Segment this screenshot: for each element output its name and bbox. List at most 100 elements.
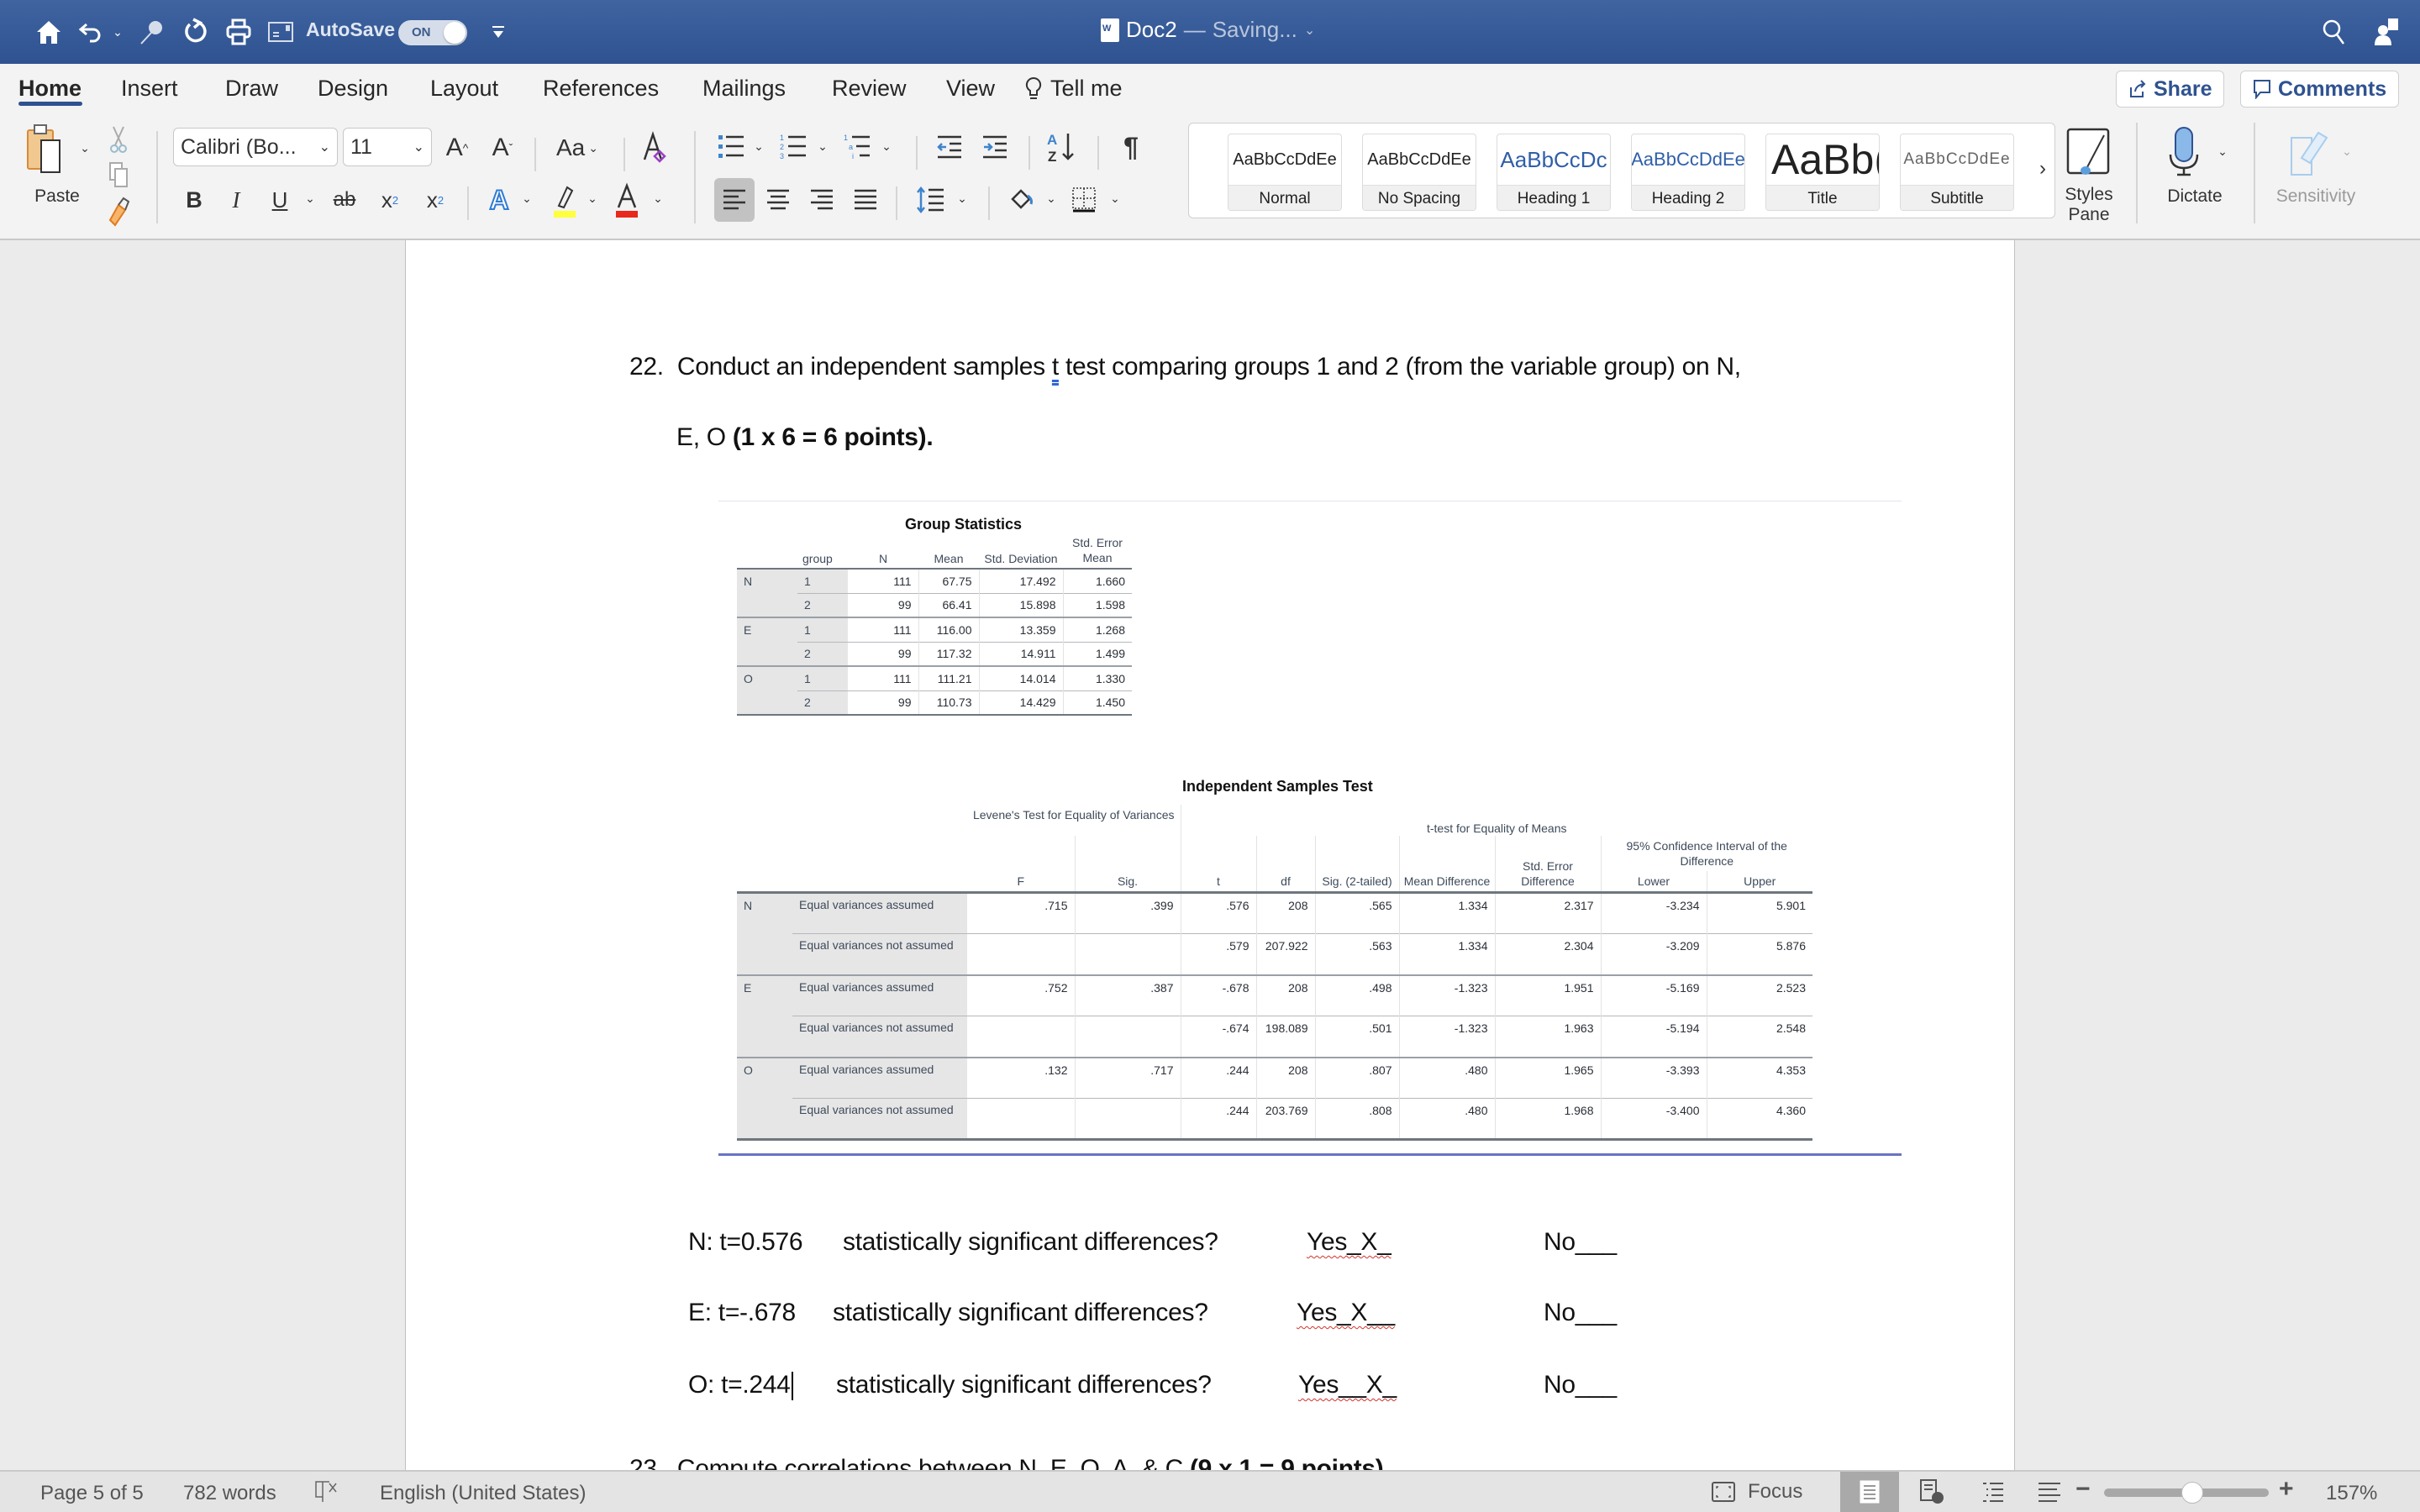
copy-icon[interactable]	[106, 160, 131, 190]
font-name-select[interactable]: Calibri (Bo... ⌄	[173, 128, 338, 166]
question-22-line-1[interactable]: 22. Conduct an independent samples t tes…	[629, 353, 1741, 381]
document-page[interactable]: 22. Conduct an independent samples t tes…	[405, 240, 2015, 1470]
tab-draw[interactable]: Draw	[225, 76, 278, 102]
tab-home[interactable]: Home	[18, 76, 82, 102]
numbering-icon[interactable]: 123	[776, 128, 810, 166]
share-button[interactable]: Share	[2116, 71, 2225, 108]
print-icon[interactable]	[222, 15, 255, 49]
tab-references[interactable]: References	[543, 76, 659, 102]
tab-design[interactable]: Design	[318, 76, 388, 102]
proofing-icon[interactable]	[313, 1478, 339, 1509]
comments-button[interactable]: Comments	[2240, 71, 2400, 108]
paste-icon[interactable]	[22, 123, 72, 178]
font-color-dropdown-icon[interactable]: ⌄	[650, 190, 666, 207]
style-no-spacing[interactable]: AaBbCcDdEe No Spacing	[1362, 134, 1476, 211]
customize-toolbar-icon[interactable]	[486, 15, 511, 49]
shading-icon[interactable]	[1005, 178, 1039, 222]
shrink-font-icon[interactable]: Aˇ	[486, 129, 519, 166]
answer-line-n[interactable]: N: t=0.576 statistically significant dif…	[688, 1228, 1617, 1257]
align-center-button[interactable]	[761, 178, 795, 222]
underline-dropdown-icon[interactable]: ⌄	[302, 190, 318, 207]
style-heading-1[interactable]: AaBbCcDc Heading 1	[1497, 134, 1611, 211]
strikethrough-button[interactable]: ab	[328, 181, 361, 218]
answer-line-o[interactable]: O: t=.244 statistically significant diff…	[688, 1371, 1617, 1401]
decrease-indent-icon[interactable]	[933, 128, 966, 166]
spss-output-image[interactable]: Group Statistics group N Mean Std. Devia…	[718, 501, 1902, 1156]
subscript-button[interactable]: x2	[375, 181, 405, 218]
search-icon[interactable]	[2319, 15, 2349, 49]
autosave-toggle[interactable]: ON	[398, 20, 467, 45]
microphone-icon[interactable]	[2163, 124, 2205, 180]
zoom-in-button[interactable]: +	[2279, 1475, 2294, 1504]
borders-icon[interactable]	[1067, 178, 1101, 222]
multilevel-dropdown-icon[interactable]: ⌄	[879, 138, 894, 155]
word-count[interactable]: 782 words	[183, 1482, 276, 1505]
underline-button[interactable]: U	[267, 181, 292, 218]
line-spacing-dropdown-icon[interactable]: ⌄	[955, 190, 970, 207]
question-22-line-2[interactable]: E, O (1 x 6 = 6 points).	[676, 423, 934, 452]
highlight-icon[interactable]	[548, 180, 581, 222]
align-left-button[interactable]	[714, 178, 755, 222]
paste-dropdown-icon[interactable]: ⌄	[77, 139, 92, 156]
tab-review[interactable]: Review	[832, 76, 907, 102]
clear-formatting-icon[interactable]	[637, 128, 674, 168]
undo-dropdown-icon[interactable]: ⌄	[109, 15, 126, 49]
zoom-slider-handle[interactable]	[2181, 1482, 2203, 1504]
justify-button[interactable]	[849, 178, 882, 222]
tell-me[interactable]: Tell me	[1025, 76, 1123, 102]
answer-line-e[interactable]: E: t=-.678 statistically significant dif…	[688, 1299, 1617, 1327]
home-icon[interactable]	[32, 15, 66, 49]
grow-font-icon[interactable]: A ^	[440, 129, 474, 166]
text-effects-icon[interactable]: A	[482, 181, 516, 218]
borders-dropdown-icon[interactable]: ⌄	[1107, 190, 1123, 207]
italic-button[interactable]: I	[224, 181, 249, 218]
style-subtitle[interactable]: AaBbCcDdEe Subtitle	[1900, 134, 2014, 211]
redo-icon[interactable]	[178, 15, 212, 49]
page-count[interactable]: Page 5 of 5	[40, 1482, 144, 1505]
styles-pane-icon[interactable]	[2062, 126, 2114, 178]
highlight-dropdown-icon[interactable]: ⌄	[585, 190, 600, 207]
tab-mailings[interactable]: Mailings	[702, 76, 786, 102]
style-normal[interactable]: AaBbCcDdEe Normal	[1228, 134, 1342, 211]
shading-dropdown-icon[interactable]: ⌄	[1044, 190, 1059, 207]
cut-icon[interactable]	[106, 124, 131, 155]
language[interactable]: English (United States)	[380, 1482, 586, 1505]
text-effects-dropdown-icon[interactable]: ⌄	[519, 190, 534, 207]
print-layout-button[interactable]	[1840, 1472, 1899, 1512]
share-person-icon[interactable]	[2370, 15, 2403, 49]
zoom-out-button[interactable]: −	[2075, 1475, 2091, 1504]
increase-indent-icon[interactable]	[978, 128, 1012, 166]
undo-icon[interactable]	[76, 15, 106, 49]
font-color-icon[interactable]	[610, 180, 644, 222]
font-size-select[interactable]: 11 ⌄	[343, 128, 432, 166]
bullets-dropdown-icon[interactable]: ⌄	[751, 138, 766, 155]
line-spacing-icon[interactable]	[914, 178, 948, 222]
pin-icon[interactable]	[134, 15, 168, 49]
align-right-button[interactable]	[805, 178, 839, 222]
show-formatting-icon[interactable]: ¶	[1116, 128, 1146, 166]
sensitivity-icon[interactable]	[2284, 124, 2334, 180]
tab-insert[interactable]: Insert	[121, 76, 178, 102]
template-icon[interactable]	[266, 15, 296, 49]
multilevel-list-icon[interactable]: 1ai	[840, 128, 874, 166]
style-title[interactable]: AaBb( Title	[1765, 134, 1880, 211]
tab-view[interactable]: View	[946, 76, 995, 102]
styles-more-icon[interactable]: ›	[2033, 154, 2053, 184]
bullets-icon[interactable]	[714, 128, 748, 166]
zoom-level[interactable]: 157%	[2326, 1482, 2377, 1505]
document-canvas[interactable]: 22. Conduct an independent samples t tes…	[0, 240, 2420, 1470]
numbering-dropdown-icon[interactable]: ⌄	[815, 138, 830, 155]
tab-layout[interactable]: Layout	[430, 76, 498, 102]
draft-button[interactable]	[2020, 1472, 2079, 1512]
document-title[interactable]: Doc2 — Saving... ⌄	[1101, 17, 1315, 43]
focus-button[interactable]: Focus	[1711, 1480, 1802, 1504]
sort-icon[interactable]: AZ	[1044, 126, 1077, 168]
superscript-button[interactable]: x2	[420, 181, 450, 218]
format-painter-icon[interactable]	[104, 195, 133, 228]
outline-button[interactable]	[1963, 1472, 2022, 1512]
dictate-dropdown-icon[interactable]: ⌄	[2215, 143, 2230, 160]
sensitivity-dropdown-icon[interactable]: ⌄	[2339, 143, 2354, 160]
question-23[interactable]: 23. Compute correlations between N, E, O…	[629, 1455, 1391, 1470]
style-heading-2[interactable]: AaBbCcDdEe Heading 2	[1631, 134, 1745, 211]
change-case-button[interactable]: Aa ⌄	[550, 129, 605, 166]
